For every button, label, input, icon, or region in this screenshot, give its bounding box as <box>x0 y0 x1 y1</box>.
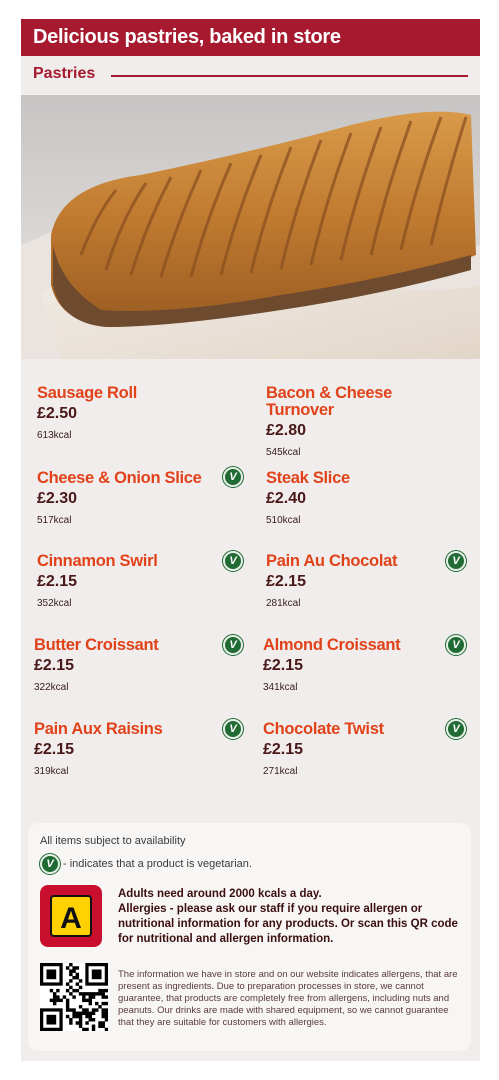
item-name: Cinnamon Swirl <box>37 552 158 570</box>
qr-code[interactable] <box>40 963 109 1032</box>
allergy-text-block: Adults need around 2000 kcals a day. All… <box>118 887 458 947</box>
item-kcal: 517kcal <box>37 515 72 526</box>
item-kcal: 281kcal <box>266 598 301 609</box>
menu-item: Cheese & Onion Slice £2.30 517kcal <box>37 469 237 527</box>
allergy-badge-letter: A <box>60 902 82 935</box>
section-divider <box>111 75 468 77</box>
menu-item: Cinnamon Swirl £2.15 352kcal <box>37 552 237 610</box>
menu-item: Chocolate Twist £2.15 271kcal <box>263 720 443 778</box>
sausage-roll-photo <box>21 95 480 359</box>
vegetarian-badge-icon: V <box>223 467 243 487</box>
item-price: £2.50 <box>37 405 78 422</box>
availability-note: All items subject to availability <box>40 835 186 847</box>
menu-item: Sausage Roll £2.50 613kcal <box>37 384 237 442</box>
item-kcal: 613kcal <box>37 430 72 441</box>
item-price: £2.15 <box>266 573 307 590</box>
item-name: Bacon & Cheese Turnover <box>266 384 393 419</box>
item-name: Sausage Roll <box>37 384 138 402</box>
item-kcal: 352kcal <box>37 598 72 609</box>
item-price: £2.15 <box>34 741 75 758</box>
item-name: Pain Au Chocolat <box>266 552 398 570</box>
item-price: £2.15 <box>34 657 75 674</box>
item-name: Almond Croissant <box>263 636 401 654</box>
item-kcal: 510kcal <box>266 515 301 526</box>
item-price: £2.80 <box>266 422 307 439</box>
vegetarian-badge-icon: V <box>446 551 466 571</box>
item-kcal: 319kcal <box>34 766 69 777</box>
item-name: Cheese & Onion Slice <box>37 469 202 487</box>
menu-item: Almond Croissant £2.15 341kcal <box>263 636 443 694</box>
item-name: Steak Slice <box>266 469 350 487</box>
item-name: Chocolate Twist <box>263 720 384 738</box>
page-title-banner: Delicious pastries, baked in store <box>21 19 480 56</box>
item-price: £2.40 <box>266 490 307 507</box>
vegetarian-badge-icon: V <box>223 635 243 655</box>
menu-page: Delicious pastries, baked in store Pastr… <box>21 19 480 1061</box>
vegetarian-badge-icon: V <box>223 719 243 739</box>
menu-item: Butter Croissant £2.15 322kcal <box>34 636 234 694</box>
item-kcal: 545kcal <box>266 447 301 458</box>
item-name: Pain Aux Raisins <box>34 720 163 738</box>
menu-item: Pain Au Chocolat £2.15 281kcal <box>266 552 446 610</box>
item-kcal: 341kcal <box>263 682 298 693</box>
info-panel: All items subject to availability V - in… <box>28 823 471 1051</box>
menu-item: Steak Slice £2.40 510kcal <box>266 469 446 527</box>
vegetarian-badge-icon: V <box>446 719 466 739</box>
allergen-disclaimer: The information we have in store and on … <box>118 969 458 1028</box>
item-price: £2.15 <box>263 741 304 758</box>
section-header: Pastries <box>33 65 468 87</box>
item-kcal: 271kcal <box>263 766 298 777</box>
allergy-note: Allergies - please ask our staff if you … <box>118 903 458 945</box>
menu-item: Pain Aux Raisins £2.15 319kcal <box>34 720 234 778</box>
section-title: Pastries <box>33 65 96 82</box>
menu-item: Bacon & Cheese Turnover £2.80 545kcal <box>266 384 446 459</box>
vegetarian-legend-icon: V <box>40 854 60 874</box>
page-title: Delicious pastries, baked in store <box>33 26 341 48</box>
item-price: £2.15 <box>37 573 78 590</box>
item-price: £2.30 <box>37 490 78 507</box>
vegetarian-legend-text: - indicates that a product is vegetarian… <box>63 858 252 870</box>
item-name: Butter Croissant <box>34 636 159 654</box>
allergy-warning-icon: A <box>40 885 102 947</box>
kcal-advice: Adults need around 2000 kcals a day. <box>118 888 322 900</box>
item-kcal: 322kcal <box>34 682 69 693</box>
item-price: £2.15 <box>263 657 304 674</box>
vegetarian-badge-icon: V <box>223 551 243 571</box>
vegetarian-badge-icon: V <box>446 635 466 655</box>
